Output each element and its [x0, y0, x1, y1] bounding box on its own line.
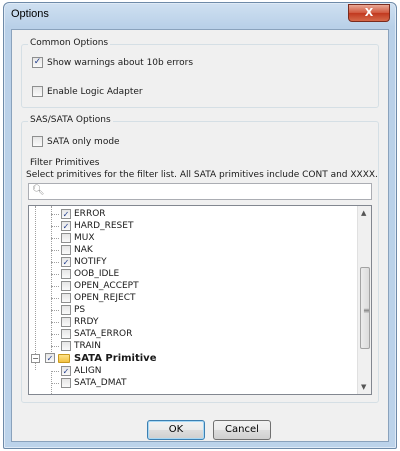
tree-item-label: ALIGN	[74, 366, 102, 376]
show-warnings-checkbox[interactable]	[32, 57, 43, 68]
scroll-thumb[interactable]: ≡	[360, 267, 370, 349]
tree-connector	[51, 322, 59, 323]
show-warnings-checkbox-row[interactable]: Show warnings about 10b errors	[32, 57, 193, 68]
tree-item-checkbox[interactable]	[61, 209, 71, 219]
tree-item-checkbox[interactable]	[61, 317, 71, 327]
tree-item-label: MUX	[74, 233, 95, 243]
filter-primitives-group: Filter Primitives Select primitives for …	[24, 158, 378, 398]
sata-only-mode-label: SATA only mode	[47, 136, 120, 147]
tree-item-label: ERROR	[74, 209, 106, 219]
tree-item[interactable]: MUX	[61, 232, 95, 244]
tree-folder-checkbox[interactable]	[45, 353, 55, 363]
enable-logic-adapter-label: Enable Logic Adapter	[47, 86, 143, 97]
tree-item-label: HARD_RESET	[74, 221, 134, 231]
sata-only-mode-checkbox-row[interactable]: SATA only mode	[32, 136, 120, 147]
tree-item-checkbox[interactable]	[61, 341, 71, 351]
collapse-expander-icon[interactable]: −	[31, 354, 40, 363]
filter-primitives-label: Filter Primitives	[30, 158, 100, 168]
tree-item-label: OOB_IDLE	[74, 269, 120, 279]
tree-item[interactable]: TRAIN	[61, 340, 101, 352]
tree-item[interactable]: PS	[61, 304, 85, 316]
sas-sata-options-label: SAS/SATA Options	[28, 115, 113, 125]
tree-item[interactable]: RRDY	[61, 316, 98, 328]
tree-item-label: TRAIN	[74, 341, 101, 351]
tree-item-checkbox[interactable]	[61, 329, 71, 339]
tree-item-checkbox[interactable]	[61, 245, 71, 255]
tree-item[interactable]: NOTIFY	[61, 256, 107, 268]
tree-connector	[51, 262, 59, 263]
ok-button[interactable]: OK	[147, 420, 205, 440]
tree-item[interactable]: SATA_DMAT	[61, 377, 126, 389]
tree-connector	[51, 214, 59, 215]
tree-scrollbar[interactable]: ▲ ≡ ▼	[357, 206, 371, 394]
tree-item[interactable]: SATA_ERROR	[61, 328, 132, 340]
tree-connector	[51, 346, 59, 347]
tree-item[interactable]: HARD_RESET	[61, 220, 133, 232]
tree-item-label: NAK	[74, 245, 93, 255]
tree-item[interactable]: OPEN_ACCEPT	[61, 280, 139, 292]
filter-search-input[interactable]: 🔍︎	[28, 183, 372, 200]
filter-primitives-description: Select primitives for the filter list. A…	[26, 170, 378, 180]
search-icon: 🔍︎	[32, 185, 45, 196]
tree-item-checkbox[interactable]	[61, 257, 71, 267]
tree-item-checkbox[interactable]	[61, 366, 71, 376]
tree-item[interactable]: ERROR	[61, 208, 106, 220]
tree-item-label: PS	[74, 305, 86, 315]
tree-connector	[51, 334, 59, 335]
tree-connector	[51, 250, 59, 251]
primitives-tree[interactable]: ERROR HARD_RESET MUX NAK NOTIFY OOB_IDLE OPEN_…	[28, 205, 372, 395]
tree-connector	[51, 274, 59, 275]
tree-item[interactable]: OPEN_REJECT	[61, 292, 136, 304]
tree-item-label: SATA_DMAT	[74, 378, 127, 388]
tree-item-checkbox[interactable]	[61, 221, 71, 231]
tree-item-checkbox[interactable]	[61, 378, 71, 388]
grip-icon: ≡	[363, 306, 370, 315]
scroll-up-arrow-icon[interactable]: ▲	[361, 209, 366, 217]
tree-connector	[51, 383, 59, 384]
tree-item[interactable]: OOB_IDLE	[61, 268, 119, 280]
tree-connector	[51, 286, 59, 287]
tree-item-checkbox[interactable]	[61, 233, 71, 243]
tree-connector	[51, 226, 59, 227]
title-bar[interactable]: Options X	[4, 3, 396, 27]
tree-item-label: RRDY	[74, 317, 99, 327]
tree-item-checkbox[interactable]	[61, 293, 71, 303]
tree-connector	[51, 238, 59, 239]
sata-only-mode-checkbox[interactable]	[32, 136, 43, 147]
scroll-down-arrow-icon[interactable]: ▼	[361, 383, 366, 391]
tree-connector	[51, 371, 59, 372]
tree-item-label: OPEN_ACCEPT	[74, 281, 139, 291]
show-warnings-label: Show warnings about 10b errors	[47, 57, 194, 68]
tree-folder-label: SATA Primitive	[74, 352, 157, 364]
options-dialog: Options X Common Options Show warnings a…	[3, 2, 397, 449]
tree-guide-line	[51, 206, 52, 358]
primitives-tree-content: ERROR HARD_RESET MUX NAK NOTIFY OOB_IDLE OPEN_…	[29, 206, 357, 394]
tree-item-label: NOTIFY	[74, 257, 107, 267]
tree-item-checkbox[interactable]	[61, 269, 71, 279]
dialog-body: Common Options Show warnings about 10b e…	[11, 29, 389, 442]
tree-item-label: OPEN_REJECT	[74, 293, 136, 303]
cancel-button[interactable]: Cancel	[213, 420, 271, 440]
common-options-group: Common Options Show warnings about 10b e…	[21, 38, 379, 108]
tree-guide-line	[35, 206, 36, 370]
enable-logic-adapter-checkbox[interactable]	[32, 86, 43, 97]
tree-item-label: SATA_ERROR	[74, 329, 133, 339]
tree-item[interactable]: NAK	[61, 244, 93, 256]
tree-item-checkbox[interactable]	[61, 305, 71, 315]
tree-folder-sata-primitive[interactable]: SATA Primitive	[45, 352, 156, 364]
close-button[interactable]: X	[348, 4, 390, 22]
window-title: Options	[11, 8, 49, 20]
tree-connector	[51, 298, 59, 299]
tree-item[interactable]: ALIGN	[61, 365, 102, 377]
sas-sata-options-group: SAS/SATA Options SATA only mode Filter P…	[21, 115, 379, 403]
tree-item-checkbox[interactable]	[61, 281, 71, 291]
enable-logic-adapter-checkbox-row[interactable]: Enable Logic Adapter	[32, 86, 143, 97]
common-options-label: Common Options	[28, 38, 111, 48]
folder-icon	[58, 353, 70, 363]
tree-connector	[51, 310, 59, 311]
